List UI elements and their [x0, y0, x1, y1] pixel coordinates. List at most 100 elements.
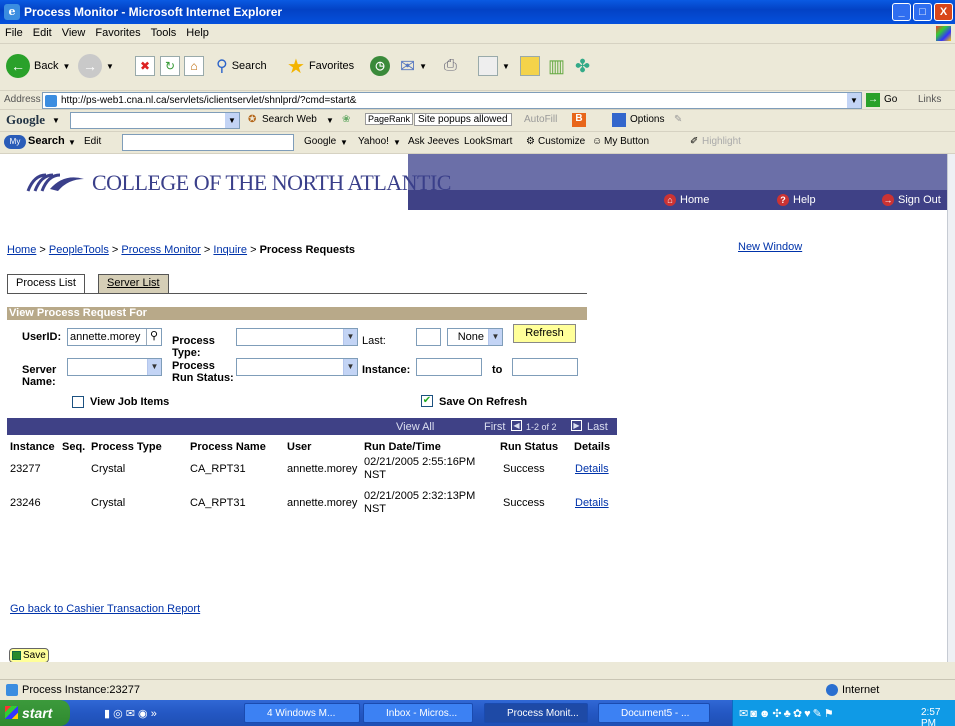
status-bar: Process Instance:23277 Internet	[0, 679, 955, 700]
instance-to-input[interactable]	[512, 358, 578, 376]
popup-blocker-button[interactable]: Site popups allowed	[414, 113, 512, 126]
minimize-button[interactable]: _	[892, 3, 911, 21]
menu-view[interactable]: View	[57, 24, 91, 42]
mysearch-input[interactable]	[122, 134, 294, 151]
mysearch-brand[interactable]: Search	[28, 135, 65, 147]
messenger-button[interactable]: ✤	[575, 52, 590, 80]
mybutton-button[interactable]: My Button	[604, 136, 649, 147]
discuss-button[interactable]	[520, 52, 540, 80]
stop-button[interactable]: ✖	[135, 52, 155, 80]
options-button[interactable]: Options	[630, 114, 664, 125]
refresh-page-button[interactable]: ↻	[160, 52, 180, 80]
links-button[interactable]: Links	[918, 94, 941, 105]
view-all-link[interactable]: View All	[396, 421, 434, 433]
go-button[interactable]: Go	[884, 94, 897, 105]
home-page-button[interactable]: ⌂	[184, 52, 204, 80]
yahoo-engine-button[interactable]: Yahoo!	[358, 136, 389, 147]
google-brand[interactable]: Google	[6, 112, 45, 128]
tray-icons[interactable]: ✉◙☻✣♣✿♥✎⚑	[739, 707, 836, 720]
google-engine-button[interactable]: Google	[304, 136, 336, 147]
cell-process-name: CA_RPT31	[190, 497, 246, 509]
breadcrumb-process-monitor[interactable]: Process Monitor	[121, 244, 200, 256]
tab-server-list[interactable]: Server List	[98, 274, 169, 293]
pencil-icon[interactable]: ✎	[674, 114, 682, 125]
new-window-link[interactable]: New Window	[738, 241, 802, 253]
breadcrumb-peopletools[interactable]: PeopleTools	[49, 244, 109, 256]
process-type-select[interactable]: ▼	[236, 328, 358, 346]
address-label: Address	[4, 94, 41, 105]
taskbar-item-windows[interactable]: 4 Windows M...	[244, 703, 360, 723]
details-link[interactable]: Details	[575, 463, 609, 475]
signout-nav-link[interactable]: → Sign Out	[882, 194, 941, 206]
column-header-run-status: Run Status	[500, 441, 559, 453]
favorites-button[interactable]: ★ Favorites	[287, 52, 354, 80]
cell-instance: 23246	[10, 497, 41, 509]
instance-from-input[interactable]	[416, 358, 482, 376]
first-link[interactable]: First	[484, 421, 505, 433]
autofill-button[interactable]: AutoFill	[524, 114, 557, 125]
home-nav-link[interactable]: ⌂ Home	[664, 194, 709, 206]
news-icon[interactable]: ❀	[342, 114, 350, 125]
mybutton-icon: ☺	[592, 136, 603, 147]
menu-favorites[interactable]: Favorites	[90, 24, 145, 42]
signout-nav-label: Sign Out	[898, 194, 941, 206]
highlight-button[interactable]: Highlight	[702, 136, 741, 147]
zone-text: Internet	[842, 684, 880, 696]
start-button[interactable]: start	[0, 700, 70, 726]
last-unit-select[interactable]: None ▼	[447, 328, 503, 346]
tab-process-list[interactable]: Process List	[7, 274, 85, 293]
previous-arrow-icon[interactable]: ◀	[511, 420, 522, 431]
taskbar-item-process-monitor[interactable]: Process Monit...	[484, 703, 588, 723]
details-link[interactable]: Details	[575, 497, 609, 509]
looksmart-button[interactable]: LookSmart	[464, 136, 512, 147]
userid-input[interactable]: annette.morey ⚲	[67, 328, 162, 346]
taskbar: start ▮ ◎ ✉ ◉ » 4 Windows M... Inbox - M…	[0, 700, 955, 726]
save-label: Save	[23, 650, 46, 661]
last-link[interactable]: Last	[587, 421, 608, 433]
taskbar-item-document[interactable]: Document5 - ...	[598, 703, 710, 723]
edit-button[interactable]: Edit	[84, 136, 101, 147]
back-to-report-link[interactable]: Go back to Cashier Transaction Report	[10, 603, 200, 615]
menu-tools[interactable]: Tools	[146, 24, 182, 42]
breadcrumb-inquire[interactable]: Inquire	[213, 244, 247, 256]
maximize-button[interactable]: □	[913, 3, 932, 21]
next-arrow-icon[interactable]: ▶	[571, 420, 582, 431]
search-button[interactable]: ⚲ Search	[216, 52, 267, 80]
menu-help[interactable]: Help	[181, 24, 214, 42]
options-icon	[612, 113, 626, 127]
lookup-magnifier-icon[interactable]: ⚲	[146, 329, 161, 345]
address-input[interactable]: http://ps-web1.cna.nl.ca/servlets/iclien…	[42, 92, 862, 109]
edit-page-button[interactable]: ▼	[478, 52, 510, 80]
view-job-items-checkbox[interactable]	[72, 396, 84, 408]
menu-edit[interactable]: Edit	[28, 24, 57, 42]
customize-button[interactable]: Customize	[538, 136, 585, 147]
vertical-scrollbar[interactable]	[947, 154, 955, 662]
close-button[interactable]: X	[934, 3, 953, 21]
history-button[interactable]: ◷	[370, 52, 390, 80]
help-nav-link[interactable]: ? Help	[777, 194, 816, 206]
menu-file[interactable]: File	[0, 24, 28, 42]
blogger-icon[interactable]: B	[572, 113, 586, 127]
address-dropdown-icon[interactable]: ▼	[847, 93, 861, 108]
save-on-refresh-checkbox[interactable]: ✔	[421, 395, 433, 407]
taskbar-item-inbox[interactable]: Inbox - Micros...	[363, 703, 473, 723]
quicklaunch-icons[interactable]: ▮ ◎ ✉ ◉ »	[104, 707, 157, 720]
back-button[interactable]: ← Back ▼	[6, 52, 70, 80]
mail-button[interactable]: ✉ ▼	[400, 52, 427, 80]
refresh-button[interactable]: Refresh	[513, 324, 576, 343]
pagerank-indicator: PageRank	[365, 113, 414, 125]
userid-label: UserID:	[22, 331, 62, 343]
go-arrow-icon[interactable]: →	[866, 93, 880, 107]
print-button[interactable]: ⎙	[444, 52, 457, 80]
forward-button[interactable]: → ▼	[78, 52, 114, 80]
server-name-select[interactable]: ▼	[67, 358, 162, 376]
search-web-button[interactable]: Search Web	[262, 114, 317, 125]
breadcrumb-home[interactable]: Home	[7, 244, 36, 256]
run-status-select[interactable]: ▼	[236, 358, 358, 376]
save-button[interactable]: Save	[9, 648, 49, 662]
research-button[interactable]: ▥	[548, 52, 565, 80]
google-search-input[interactable]: ▼	[70, 112, 240, 129]
globe-icon	[826, 684, 838, 696]
askjeeves-button[interactable]: Ask Jeeves	[408, 136, 459, 147]
last-input[interactable]	[416, 328, 441, 346]
